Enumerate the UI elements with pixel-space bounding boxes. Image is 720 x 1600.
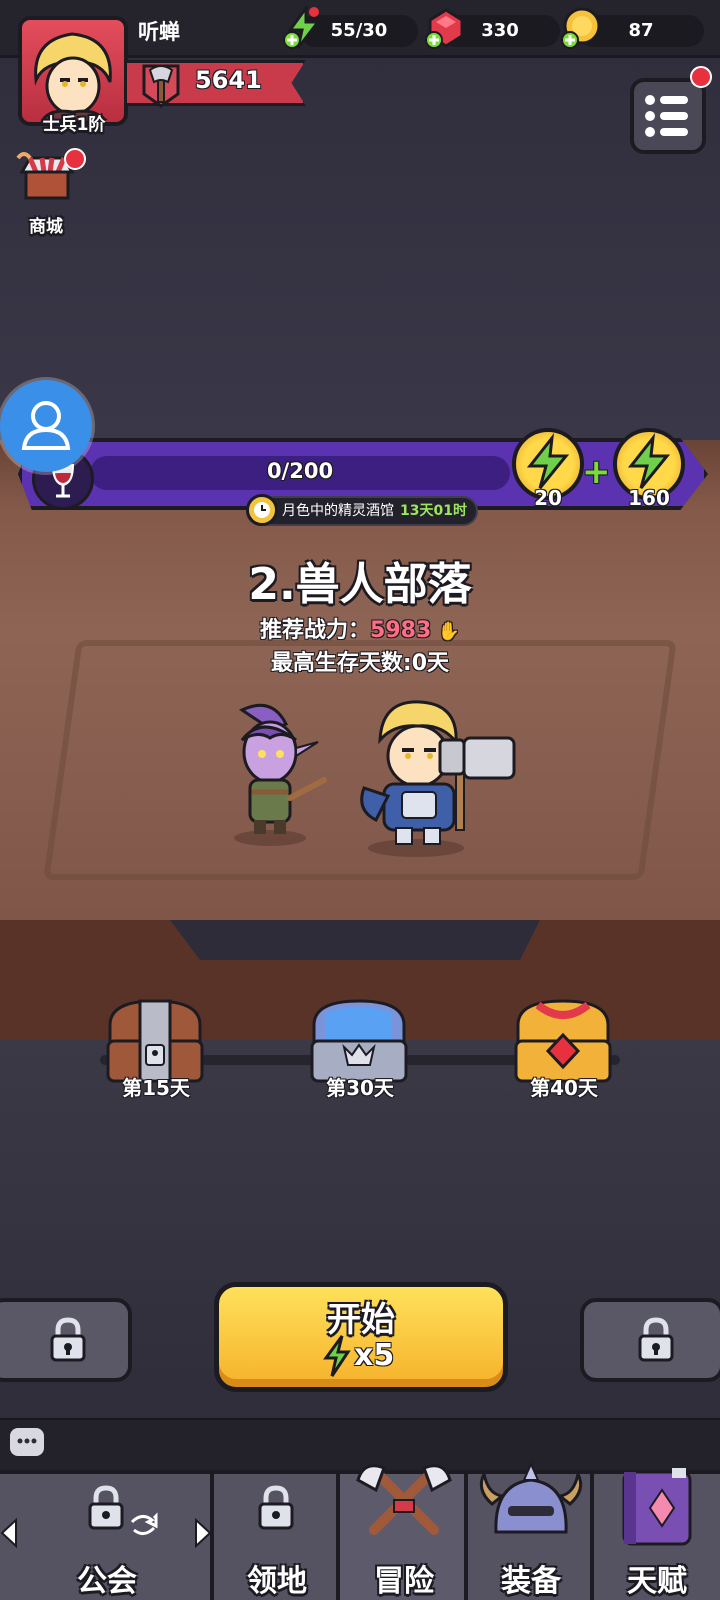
crossed-axes-icon (356, 1464, 452, 1535)
swap-icon (130, 1512, 158, 1535)
player-rank: 士兵1阶 (42, 115, 106, 135)
player-name: 听蝉 (138, 20, 180, 44)
elf-hero-sprite (234, 703, 327, 846)
max-days-value: 0 (411, 651, 428, 676)
event-info-pill[interactable]: 月色中的精灵酒馆 13天01时 (246, 496, 478, 526)
menu-icon (645, 95, 688, 137)
lock-icon (50, 1317, 86, 1362)
nav-label-equipment: 装备 (501, 1564, 561, 1599)
knight-hero-sprite (360, 700, 516, 857)
lock-icon (258, 1485, 294, 1530)
nav-label-adventure: 冒险 (374, 1564, 434, 1599)
gold-icon (561, 7, 601, 49)
person-icon (21, 401, 71, 450)
assistant-floating-button[interactable] (0, 380, 92, 472)
event-reward-2-amount: 160 (628, 486, 670, 510)
clock-icon (246, 494, 278, 526)
energy-value: 55/30 (330, 20, 388, 41)
start-energy-cost: x5 (354, 1338, 395, 1373)
arrow-left-icon (0, 1518, 17, 1548)
energy-icon (323, 1335, 351, 1377)
combat-power-value: 5641 (195, 66, 262, 94)
max-days-unit: 天 (427, 651, 450, 676)
lock-icon (88, 1485, 124, 1530)
nav-label-territory: 领地 (247, 1564, 307, 1599)
chest-day40-label: 第40天 (530, 1076, 598, 1100)
event-name: 月色中的精灵酒馆 (282, 503, 394, 519)
shop-notification-dot (64, 148, 86, 170)
recommended-power-value: 5983 (370, 618, 432, 643)
start-button-label: 开始 (327, 1300, 395, 1340)
event-timer: 13天01时 (400, 503, 467, 519)
nav-label-talent: 天赋 (627, 1564, 687, 1599)
stage-title: 2.兽人部落 (248, 559, 472, 610)
hero-portrait-icon (34, 32, 112, 122)
spellbook-icon (622, 1468, 692, 1546)
axe-power-icon (142, 64, 180, 108)
recommended-power-label: 推荐战力： (260, 618, 371, 643)
gem-icon (425, 8, 464, 49)
event-reward-1-amount: 20 (534, 486, 562, 510)
event-progress-text: 0/200 (266, 459, 334, 483)
chat-icon[interactable] (10, 1428, 44, 1456)
thumbs-up-icon: ✋ (431, 621, 460, 642)
lock-icon (638, 1317, 674, 1362)
right-locked-button[interactable] (580, 1298, 720, 1382)
menu-button[interactable] (630, 78, 706, 154)
gem-value: 330 (481, 20, 519, 41)
plus-icon: + (582, 452, 611, 492)
menu-notification-dot (690, 66, 712, 88)
chest-day30-label: 第30天 (326, 1076, 394, 1100)
helmet-icon (479, 1461, 583, 1534)
arrow-right-icon (195, 1518, 212, 1548)
nav-label-guild: 公会 (77, 1564, 137, 1599)
chest-day15-label: 第15天 (122, 1076, 190, 1100)
max-survival-days: 最高生存天数:0天 (0, 645, 720, 677)
max-days-label: 最高生存天数: (270, 651, 412, 676)
shop-label: 商城 (29, 217, 63, 237)
recommended-power: 推荐战力：5983 ✋ (0, 612, 720, 644)
left-locked-button[interactable] (0, 1298, 132, 1382)
energy-icon (283, 6, 322, 49)
gold-value: 87 (628, 20, 654, 41)
